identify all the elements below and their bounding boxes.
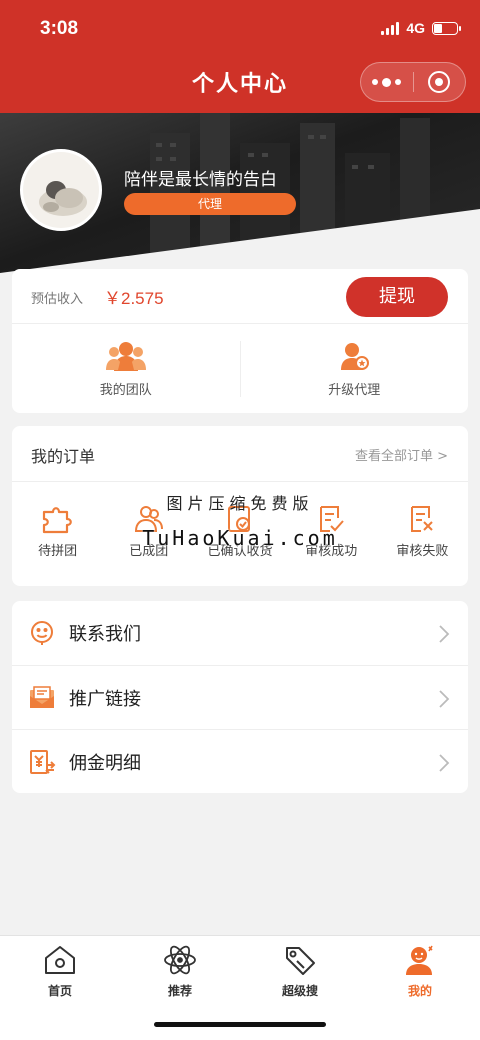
earnings-card: 预估收入 ￥2.575 提现 我的团队 升级代理: [12, 269, 468, 413]
tab-super-search-label: 超级搜: [281, 984, 318, 998]
promotion-envelope-icon: [30, 686, 54, 708]
chevron-right-icon: [439, 754, 450, 772]
orders-title: 我的订单: [31, 447, 96, 466]
tag-icon: [286, 947, 315, 975]
menu-item-commission-label: 佣金明细: [69, 753, 141, 774]
miniprogram-capsule: [360, 62, 466, 102]
home-icon: [45, 946, 75, 974]
upgrade-agent-entry[interactable]: 升级代理: [241, 325, 469, 413]
more-dots-icon: [372, 77, 402, 87]
tab-home[interactable]: 首页: [0, 936, 120, 1040]
watermark-line1: 图片压缩免费版: [166, 494, 314, 513]
withdraw-button[interactable]: 提现: [346, 277, 448, 317]
profile-header: 陪伴是最长情的告白 代理: [0, 113, 480, 273]
customer-service-icon: [31, 621, 53, 645]
menu-item-promotion[interactable]: 推广链接: [12, 665, 468, 729]
commission-icon: [30, 750, 56, 774]
avatar[interactable]: [20, 149, 102, 231]
menu-card: 联系我们 推广链接 佣金明细: [12, 601, 468, 793]
view-all-orders-link[interactable]: 查看全部订单 >: [355, 445, 448, 464]
team-icon: [105, 342, 146, 371]
atom-icon: [164, 945, 196, 975]
chevron-right-icon: [439, 690, 450, 708]
upgrade-agent-label: 升级代理: [328, 383, 381, 398]
chevron-right-icon: [439, 625, 450, 643]
my-team-entry[interactable]: 我的团队: [12, 325, 240, 413]
status-time: 3:08: [40, 18, 79, 39]
avatar-image: [23, 152, 99, 228]
team-row: 我的团队 升级代理: [12, 325, 468, 413]
menu-item-promotion-label: 推广链接: [69, 689, 141, 710]
orders-card: 我的订单 查看全部订单 > 待拼团 已成团 已确认收货 审核成功 审核失败 图片…: [12, 426, 468, 586]
signal-icon: [381, 21, 400, 35]
my-team-label: 我的团队: [99, 383, 152, 398]
profile-icon: [406, 945, 433, 975]
menu-item-commission[interactable]: 佣金明细: [12, 729, 468, 793]
tab-recommend-label: 推荐: [167, 984, 192, 998]
tab-home-label: 首页: [47, 984, 72, 998]
menu-item-contact[interactable]: 联系我们: [12, 601, 468, 665]
watermark-line2: TuHaoKuai.com: [142, 526, 338, 550]
role-badge: 代理: [124, 193, 296, 215]
status-indicators: 4G: [381, 20, 461, 36]
earnings-label: 预估收入: [31, 292, 84, 307]
target-icon: [428, 71, 451, 93]
orders-header: 我的订单 查看全部订单 >: [12, 426, 468, 482]
more-button[interactable]: [361, 63, 413, 101]
top-bar: 3:08 4G 个人中心: [0, 0, 480, 113]
earnings-amount: ￥2.575: [104, 289, 164, 308]
home-indicator: [154, 1022, 326, 1027]
close-button[interactable]: [414, 63, 466, 101]
network-type: 4G: [406, 20, 425, 36]
agent-upgrade-icon: [341, 343, 370, 370]
earnings-row: 预估收入 ￥2.575 提现: [12, 269, 468, 324]
tab-mine-label: 我的: [407, 984, 432, 998]
menu-item-contact-label: 联系我们: [69, 624, 141, 645]
battery-icon: [432, 21, 461, 35]
tab-mine[interactable]: 我的: [360, 936, 480, 1040]
nickname: 陪伴是最长情的告白: [124, 170, 277, 190]
